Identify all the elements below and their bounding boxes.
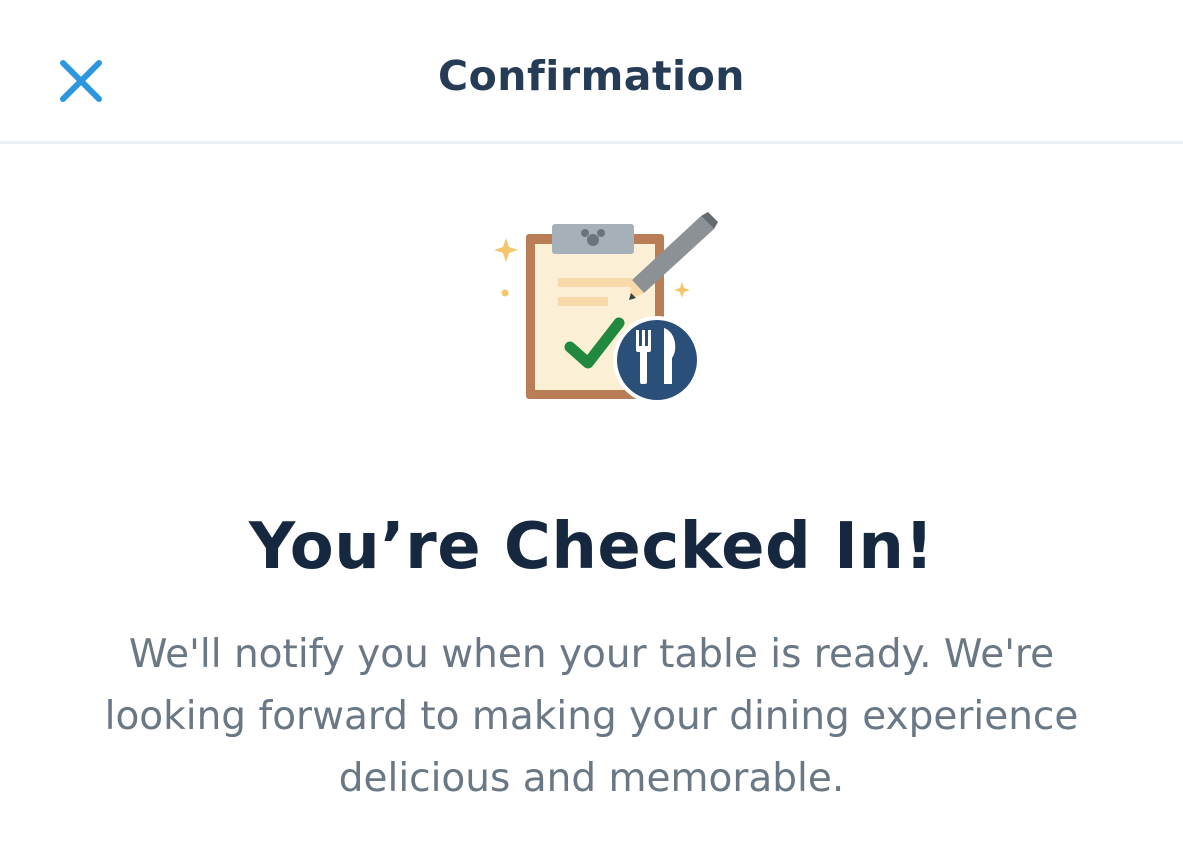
checked-in-heading: You’re Checked In! <box>248 510 935 584</box>
dining-badge-icon <box>613 316 701 404</box>
page-title: Confirmation <box>438 52 745 100</box>
header-bar: Confirmation <box>0 0 1183 144</box>
paper-line <box>558 278 632 287</box>
confirmation-screen: Confirmation You’re Checked In! We'll no… <box>0 0 1183 855</box>
clipboard-check-dining-icon <box>494 212 718 404</box>
paper-line <box>558 297 608 306</box>
confirmation-message: We'll notify you when your table is read… <box>104 632 1079 801</box>
